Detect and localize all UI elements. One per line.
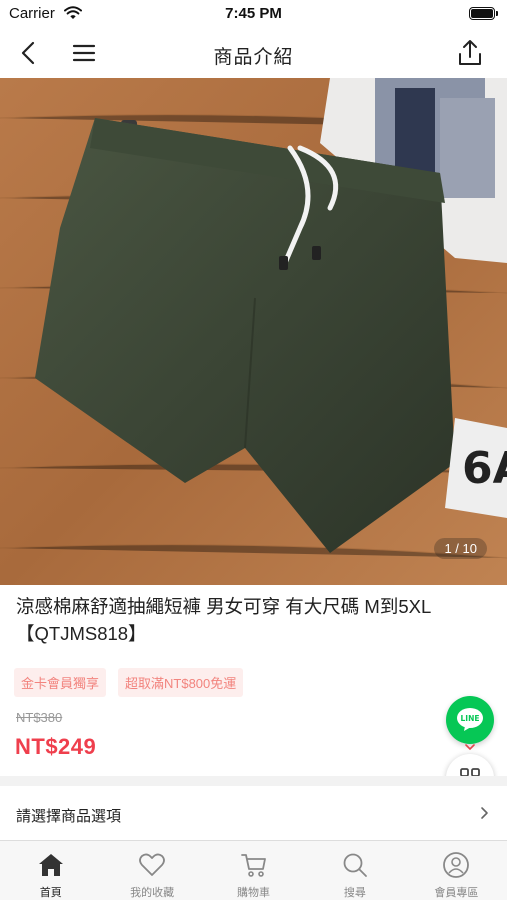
- section-divider: [0, 776, 507, 786]
- chevron-right-icon: [481, 807, 488, 819]
- share-icon[interactable]: [455, 38, 485, 68]
- line-icon: LINE: [457, 708, 483, 731]
- promo-tags: 金卡會員獨享 超取滿NT$800免運: [14, 668, 244, 697]
- tab-label: 會員專區: [434, 887, 479, 899]
- tab-label: 購物車: [237, 887, 271, 899]
- nav-bar: 商品介紹: [0, 28, 507, 78]
- cart-icon: [240, 854, 266, 877]
- tab-label: 首頁: [39, 887, 62, 899]
- status-bar: Carrier 7:45 PM: [0, 0, 507, 28]
- product-image-gallery[interactable]: 6A 1 / 10: [0, 78, 507, 585]
- tab-label: 搜尋: [343, 887, 366, 899]
- line-chat-button[interactable]: LINE: [446, 696, 494, 744]
- svg-text:6A: 6A: [462, 443, 507, 494]
- tab-home[interactable]: 首頁: [0, 841, 101, 900]
- battery-icon: [469, 7, 498, 20]
- free-shipping-tag: 超取滿NT$800免運: [118, 668, 244, 697]
- menu-icon[interactable]: [70, 40, 98, 66]
- gold-member-tag: 金卡會員獨享: [14, 668, 107, 697]
- tab-cart[interactable]: 購物車: [203, 841, 304, 900]
- tab-label: 我的收藏: [130, 887, 175, 899]
- product-options-row[interactable]: 請選擇商品選項: [0, 786, 507, 840]
- user-icon: [443, 852, 470, 878]
- search-icon: [343, 853, 367, 877]
- bottom-tab-bar: 首頁 我的收藏 購物車 搜尋 會員專區: [0, 840, 507, 900]
- product-title: 涼感棉麻舒適抽繩短褲 男女可穿 有大尺碼 M到5XL【QTJMS818】: [16, 596, 432, 644]
- home-icon: [38, 854, 63, 876]
- tab-search[interactable]: 搜尋: [304, 841, 405, 900]
- sale-price: NT$249: [15, 734, 97, 759]
- image-page-indicator: 1 / 10: [434, 538, 487, 559]
- product-photo: 6A: [0, 78, 507, 585]
- line-logo-text: LINE: [461, 714, 480, 723]
- tab-favorites[interactable]: 我的收藏: [101, 841, 202, 900]
- original-price: NT$380: [16, 710, 63, 725]
- back-arrow-icon[interactable]: [14, 39, 44, 67]
- collapse-caret-icon[interactable]: [465, 744, 475, 751]
- heart-icon: [139, 853, 166, 876]
- status-time: 7:45 PM: [225, 5, 282, 22]
- tab-member[interactable]: 會員專區: [406, 841, 507, 900]
- options-label: 請選擇商品選項: [16, 808, 122, 825]
